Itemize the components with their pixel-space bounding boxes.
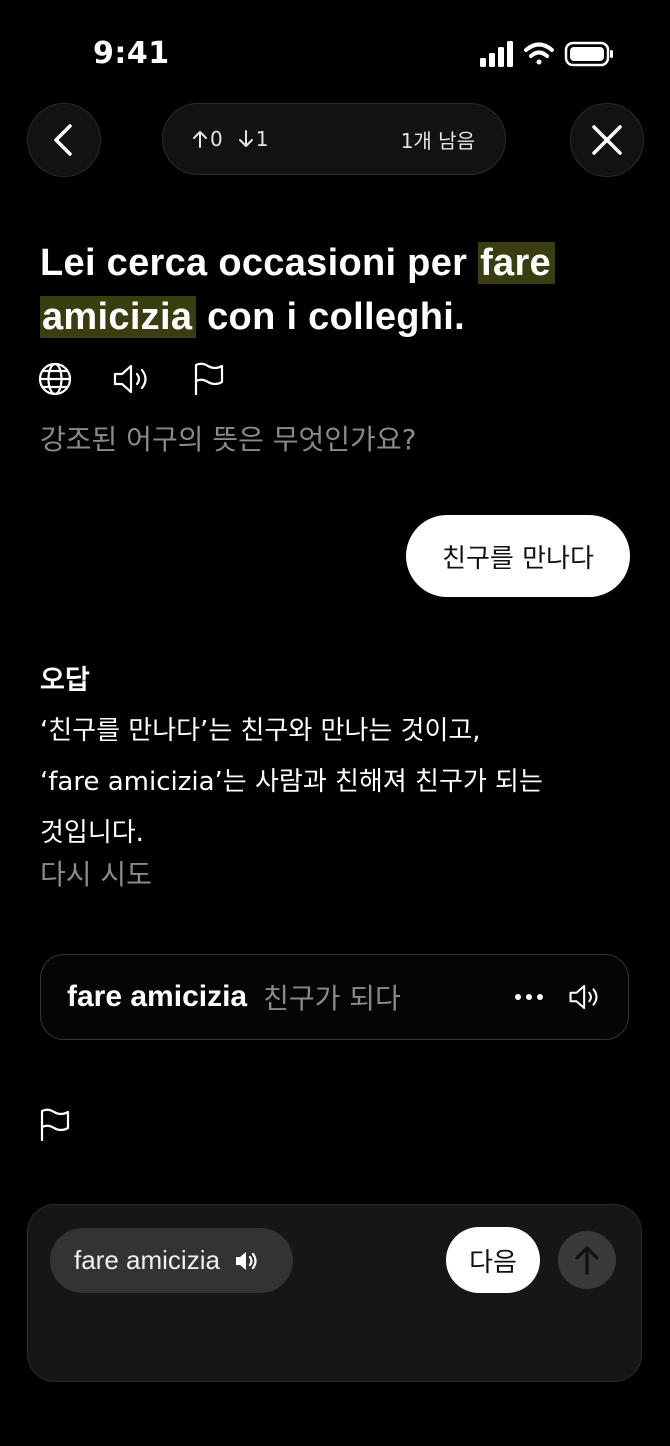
back-button[interactable] xyxy=(27,103,101,177)
feedback-line: 것입니다. xyxy=(40,818,144,848)
sentence-actions xyxy=(38,362,226,396)
close-icon xyxy=(592,125,622,155)
sentence: Lei cerca occasioni per fare amicizia con… xyxy=(40,236,640,344)
status-time: 9:41 xyxy=(93,36,170,71)
status-icons xyxy=(480,41,613,67)
progress-pill: 0 1 1개 남음 xyxy=(162,103,506,175)
highlight-amicizia: amicizia xyxy=(40,296,197,338)
term-word: fare amicizia xyxy=(67,980,248,1013)
term-meaning: 친구가 되다 xyxy=(263,982,401,1015)
speaker-filled-icon xyxy=(235,1251,257,1270)
speaker-icon[interactable] xyxy=(112,363,152,395)
feedback-title: 오답 xyxy=(40,665,90,696)
term-chip[interactable]: fare amicizia xyxy=(50,1228,293,1293)
retry-link[interactable]: 다시 시도 xyxy=(40,853,152,893)
chevron-left-icon xyxy=(54,124,72,156)
close-button[interactable] xyxy=(570,103,644,177)
feedback-line: ‘fare amicizia’는 사람과 친해져 친구가 되는 xyxy=(40,767,543,797)
question-text: 강조된 어구의 뜻은 무엇인가요? xyxy=(40,423,417,456)
flag-icon[interactable] xyxy=(192,362,226,396)
remaining-label: 1개 남음 xyxy=(400,128,475,153)
term-actions xyxy=(514,983,602,1011)
battery-icon xyxy=(564,41,613,67)
up-count: 0 xyxy=(193,127,223,151)
signal-icon xyxy=(480,41,513,67)
wifi-icon xyxy=(524,42,554,65)
vote-counts: 0 1 xyxy=(193,127,268,151)
send-button[interactable] xyxy=(558,1231,616,1289)
arrow-down-icon xyxy=(238,130,253,147)
sentence-before: Lei cerca occasioni per xyxy=(40,242,479,284)
feedback-line: ‘친구를 만나다’는 친구와 만나는 것이고, xyxy=(40,716,481,746)
term-chip-label: fare amicizia xyxy=(74,1245,220,1275)
more-icon[interactable] xyxy=(514,993,544,1001)
term-card[interactable]: fare amicizia 친구가 되다 xyxy=(40,954,629,1040)
globe-icon[interactable] xyxy=(38,362,72,396)
next-button[interactable]: 다음 xyxy=(446,1227,540,1293)
arrow-up-icon xyxy=(575,1246,599,1275)
answer-bubble: 친구를 만나다 xyxy=(406,515,630,597)
report-flag-icon[interactable] xyxy=(38,1108,72,1142)
highlight-fare: fare xyxy=(478,242,555,284)
down-count: 1 xyxy=(238,127,268,151)
speaker-icon[interactable] xyxy=(568,983,602,1011)
arrow-up-icon xyxy=(193,131,207,148)
sentence-after: con i colleghi. xyxy=(196,296,465,338)
feedback-text: ‘친구를 만나다’는 친구와 만나는 것이고, ‘fare amicizia’는… xyxy=(40,706,640,859)
